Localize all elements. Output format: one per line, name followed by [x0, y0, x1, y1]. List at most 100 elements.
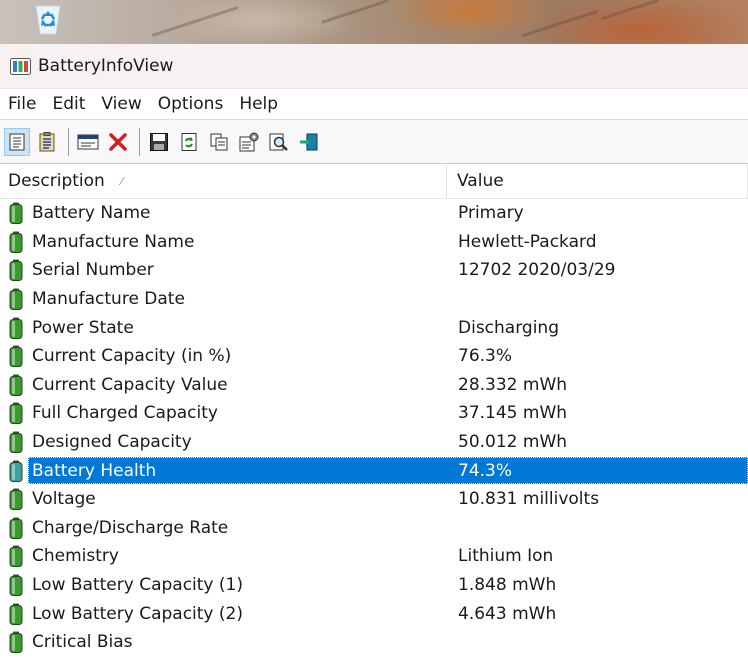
battery-icon [9, 402, 23, 425]
battery-icon [9, 431, 23, 454]
properties-icon [239, 132, 259, 151]
copy-icon [210, 133, 228, 150]
item-value: 1.848 mWh [458, 575, 557, 596]
menu-help[interactable]: Help [231, 94, 286, 114]
list-item[interactable]: Low Battery Capacity (2) 4.643 mWh [0, 599, 748, 628]
list-item[interactable]: Designed Capacity 50.012 mWh [0, 428, 748, 457]
list-item[interactable]: Manufacture Date [0, 285, 748, 314]
properties-list-icon [39, 131, 55, 151]
window-title: BatteryInfoView [38, 56, 174, 76]
list-item[interactable]: Current Capacity (in %) 76.3% [0, 342, 748, 371]
battery-icon [9, 317, 23, 339]
html-report-icon [9, 133, 25, 150]
list-item[interactable]: Charge/Discharge Rate [0, 514, 748, 543]
list-item[interactable]: Battery Name Primary [0, 199, 748, 228]
item-description: Low Battery Capacity (1) [32, 575, 243, 596]
item-description: Current Capacity Value [32, 374, 228, 395]
item-value: 10.831 millivolts [458, 489, 600, 510]
item-description: Low Battery Capacity (2) [32, 603, 243, 624]
battery-icon [9, 460, 23, 482]
sort-ascending-icon: ⁄ [120, 174, 123, 188]
desktop-wallpaper [0, 0, 748, 44]
battery-icon [9, 488, 23, 511]
save-button[interactable] [146, 128, 172, 156]
properties-button[interactable] [236, 128, 262, 156]
delete-button[interactable] [105, 128, 131, 156]
list-header: Description ⁄ Value [0, 164, 748, 199]
item-description: Manufacture Name [32, 231, 195, 252]
save-icon [150, 132, 168, 151]
item-description: Designed Capacity [32, 432, 192, 453]
item-description: Charge/Discharge Rate [32, 517, 229, 538]
item-description: Critical Bias [32, 632, 133, 653]
list-item[interactable]: Voltage 10.831 millivolts [0, 485, 748, 514]
battery-icon [9, 574, 23, 597]
menu-view[interactable]: View [93, 94, 149, 114]
list-item[interactable]: Serial Number 12702 2020/03/29 [0, 256, 748, 285]
battery-icon [9, 631, 23, 654]
battery-icon [9, 288, 23, 311]
toolbar-separator [139, 127, 140, 156]
item-value: 37.145 mWh [458, 403, 568, 424]
list-item[interactable]: Power State Discharging [0, 313, 748, 342]
exit-button[interactable] [296, 128, 322, 156]
menu-file[interactable]: File [0, 94, 44, 114]
item-description: Battery Health [32, 460, 157, 481]
item-value: Primary [458, 203, 524, 224]
battery-app-icon [10, 57, 31, 75]
item-value: 74.3% [458, 460, 513, 481]
battery-info-list[interactable]: Description ⁄ Value Battery Name Primary M… [0, 164, 748, 657]
item-value: 12702 2020/03/29 [458, 260, 616, 281]
list-item[interactable]: Manufacture Name Hewlett-Packard [0, 228, 748, 257]
app-window: BatteryInfoView File Edit View Options H… [0, 44, 748, 663]
toolbar-separator [68, 127, 69, 156]
title-bar[interactable]: BatteryInfoView [0, 44, 748, 89]
battery-icon [9, 517, 23, 539]
list-item[interactable]: Critical Bias [0, 628, 748, 657]
item-value: 76.3% [458, 346, 513, 367]
close-icon [109, 132, 127, 151]
properties-list-button[interactable] [34, 128, 60, 156]
find-icon [269, 133, 288, 151]
html-report-button[interactable] [4, 127, 30, 156]
copy-button[interactable] [206, 128, 232, 156]
item-value: Discharging [458, 317, 559, 338]
battery-icon [9, 345, 23, 368]
item-description: Voltage [32, 489, 96, 510]
battery-icon [9, 202, 23, 225]
column-value-label: Value [457, 171, 504, 191]
battery-icon [9, 603, 23, 625]
list-item[interactable]: Current Capacity Value 28.332 mWh [0, 371, 748, 400]
list-item[interactable]: Full Charged Capacity 37.145 mWh [0, 399, 748, 428]
item-description: Power State [32, 317, 134, 338]
item-description: Manufacture Date [32, 289, 185, 310]
toolbar [0, 119, 748, 164]
battery-icon [9, 545, 23, 568]
battery-icon [9, 374, 23, 396]
item-value: 4.643 mWh [458, 603, 557, 624]
recycle-bin-icon[interactable] [30, 2, 66, 36]
item-value: 50.012 mWh [458, 432, 568, 453]
list-item[interactable]: Battery Health 74.3% [0, 456, 748, 485]
find-button[interactable] [266, 128, 292, 156]
item-description: Current Capacity (in %) [32, 346, 232, 367]
item-value: Lithium Ion [458, 546, 554, 567]
advanced-options-button[interactable] [75, 128, 101, 156]
list-item[interactable]: Chemistry Lithium Ion [0, 542, 748, 571]
item-value: 28.332 mWh [458, 374, 568, 395]
list-rows: Battery Name Primary Manufacture Name Hewle… [0, 199, 748, 657]
menu-options[interactable]: Options [150, 94, 232, 114]
battery-icon [9, 231, 23, 253]
menu-edit[interactable]: Edit [44, 94, 93, 114]
column-description-label: Description [8, 171, 105, 191]
column-header-description[interactable]: Description ⁄ [0, 164, 447, 198]
refresh-icon [181, 132, 197, 151]
exit-icon [300, 133, 318, 150]
menu-bar: File Edit View Options Help [0, 89, 748, 119]
list-item[interactable]: Low Battery Capacity (1) 1.848 mWh [0, 571, 748, 600]
battery-icon [9, 259, 23, 282]
refresh-button[interactable] [176, 128, 202, 156]
item-description: Serial Number [32, 260, 154, 281]
column-header-value[interactable]: Value [447, 164, 748, 198]
item-description: Chemistry [32, 546, 119, 567]
